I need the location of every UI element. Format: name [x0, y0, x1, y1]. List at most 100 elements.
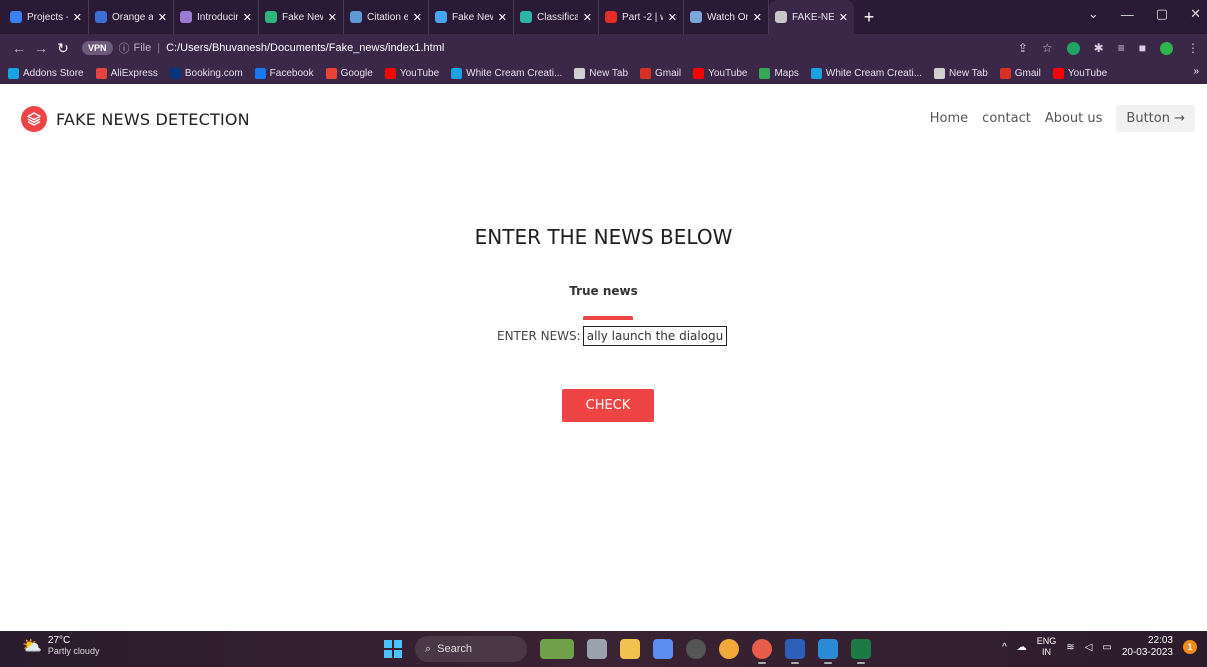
clock-date: 20-03-2023 [1121, 647, 1173, 658]
search-icon: ⌕ [425, 642, 432, 655]
bookmark-item[interactable]: YouTube [384, 67, 439, 79]
nav-button[interactable]: Button → [1116, 105, 1195, 132]
close-window-icon[interactable]: ✕ [1190, 6, 1201, 22]
bookmark-star-icon[interactable]: ☆ [1042, 41, 1053, 55]
tab-close-icon[interactable]: ✕ [73, 11, 82, 24]
tray-overflow-icon[interactable]: ^ [1002, 642, 1007, 653]
tab-close-icon[interactable]: ✕ [668, 11, 677, 24]
weather-widget[interactable]: ⛅ 27°C Partly cloudy [22, 635, 99, 657]
bookmark-favicon-icon [934, 67, 946, 79]
widgets-icon[interactable] [540, 639, 574, 659]
bookmark-item[interactable]: YouTube [1052, 67, 1107, 79]
bookmarks-overflow-icon[interactable]: » [1193, 66, 1199, 77]
new-tab-button[interactable]: + [854, 0, 884, 34]
bookmark-label: Gmail [655, 67, 682, 79]
tab-close-icon[interactable]: ✕ [498, 11, 507, 24]
word-icon[interactable] [785, 639, 805, 664]
notification-badge[interactable]: 1 [1183, 640, 1197, 654]
minimize-icon[interactable]: — [1121, 7, 1134, 22]
site-info-icon[interactable]: ⓘ [119, 40, 130, 56]
bookmark-item[interactable]: Gmail [640, 67, 682, 79]
side-panel-icon[interactable]: ■ [1139, 41, 1146, 55]
onedrive-icon[interactable]: ☁ [1017, 642, 1027, 653]
check-button[interactable]: CHECK [562, 389, 654, 422]
extension-icon[interactable] [1066, 41, 1080, 55]
tab-close-icon[interactable]: ✕ [839, 11, 848, 24]
accent-strip [583, 316, 633, 320]
clock[interactable]: 22:03 20-03-2023 [1122, 635, 1173, 659]
nav-about-link[interactable]: About us [1045, 111, 1103, 126]
taskbar-search[interactable]: ⌕ Search [415, 636, 527, 662]
extensions-puzzle-icon[interactable]: ✱ [1094, 41, 1104, 55]
tab-close-icon[interactable]: ✕ [243, 11, 252, 24]
bookmark-item[interactable]: AliExpress [95, 67, 158, 79]
forward-icon[interactable]: → [30, 40, 52, 56]
bookmark-item[interactable]: Facebook [254, 67, 314, 79]
tab-close-icon[interactable]: ✕ [583, 11, 592, 24]
language-indicator[interactable]: ENG IN [1037, 636, 1057, 658]
windows-start-icon[interactable] [384, 640, 402, 658]
dell-icon[interactable] [686, 639, 706, 659]
restore-icon[interactable]: ▢ [1156, 6, 1168, 22]
browser-tab-strip: Projects - C✕Orange and✕Introducing✕Fake… [0, 0, 1207, 34]
store-icon[interactable] [653, 639, 673, 659]
prediction-result: True news [569, 284, 638, 298]
bookmark-item[interactable]: New Tab [934, 67, 988, 79]
back-icon[interactable]: ← [8, 40, 30, 56]
menu-icon[interactable]: ⋮ [1187, 41, 1199, 55]
browser-tab[interactable]: Introducing ✕ [174, 0, 259, 34]
tab-close-icon[interactable]: ✕ [328, 11, 337, 24]
bookmark-item[interactable]: White Cream Creati... [451, 67, 562, 79]
browser-tab[interactable]: Citation exa ✕ [344, 0, 429, 34]
vpn-badge[interactable]: VPN [82, 41, 113, 55]
browser-tab[interactable]: FAKE-NEWS ✕ [769, 0, 854, 34]
profile-icon[interactable] [1160, 41, 1173, 55]
tab-close-icon[interactable]: ✕ [158, 11, 167, 24]
browser-tab[interactable]: Classificatio ✕ [514, 0, 599, 34]
news-form-row: ENTER NEWS: [497, 326, 727, 346]
browser-tab[interactable]: Projects - C ✕ [4, 0, 89, 34]
tab-search-icon[interactable]: ⌄ [1088, 6, 1099, 22]
logo-icon[interactable] [21, 106, 47, 132]
bookmark-item[interactable]: YouTube [693, 67, 747, 79]
bookmark-item[interactable]: New Tab [574, 67, 628, 79]
browser-toolbar: ← → ↻ VPN ⓘ File | C:/Users/Bhuvanesh/Do… [0, 34, 1207, 62]
site-brand[interactable]: FAKE NEWS DETECTION [56, 110, 250, 129]
volume-icon[interactable]: ◁ [1085, 642, 1093, 653]
bookmark-item[interactable]: Addons Store [8, 67, 84, 79]
battery-icon[interactable]: ▭ [1102, 642, 1111, 653]
browser-tab[interactable]: Fake News ✕ [259, 0, 344, 34]
nav-home-link[interactable]: Home [930, 111, 968, 126]
browser-tab[interactable]: Watch One ✕ [684, 0, 769, 34]
bookmark-item[interactable]: Google [325, 67, 373, 79]
bookmark-item[interactable]: Booking.com [169, 67, 243, 79]
chrome-profile-icon[interactable] [752, 639, 772, 664]
chrome-icon[interactable] [719, 639, 739, 659]
share-icon[interactable]: ⇪ [1018, 41, 1028, 55]
bookmarks-bar: Addons Store AliExpress Booking.com Faceboo… [0, 62, 1207, 84]
bookmark-item[interactable]: Maps [759, 67, 799, 79]
wifi-icon[interactable]: ≋ [1066, 642, 1074, 653]
reload-icon[interactable]: ↻ [52, 40, 74, 57]
windows-taskbar: ⛅ 27°C Partly cloudy ⌕ Search ^ ☁ ENG IN… [0, 631, 1207, 667]
reading-list-icon[interactable]: ≡ [1118, 41, 1125, 55]
tab-title: Watch One [707, 11, 748, 23]
bookmark-item[interactable]: White Cream Creati... [810, 67, 922, 79]
address-bar[interactable]: C:/Users/Bhuvanesh/Documents/Fake_news/i… [166, 42, 444, 54]
file-explorer-icon[interactable] [620, 639, 640, 659]
task-view-icon[interactable] [587, 639, 607, 659]
vscode-icon[interactable] [818, 639, 838, 664]
browser-tab[interactable]: Part -2 | we ✕ [599, 0, 684, 34]
nav-contact-link[interactable]: contact [982, 111, 1031, 126]
site-header: FAKE NEWS DETECTION Home contact About u… [0, 84, 1207, 154]
bookmark-favicon-icon [384, 67, 396, 79]
bookmark-label: AliExpress [110, 67, 158, 79]
bookmark-item[interactable]: Gmail [999, 67, 1041, 79]
tab-close-icon[interactable]: ✕ [413, 11, 422, 24]
browser-tab[interactable]: Fake News ✕ [429, 0, 514, 34]
browser-tab[interactable]: Orange and ✕ [89, 0, 174, 34]
excel-icon[interactable] [851, 639, 871, 664]
news-input[interactable] [582, 326, 727, 346]
tab-close-icon[interactable]: ✕ [753, 11, 762, 24]
tab-favicon-icon [10, 11, 22, 23]
